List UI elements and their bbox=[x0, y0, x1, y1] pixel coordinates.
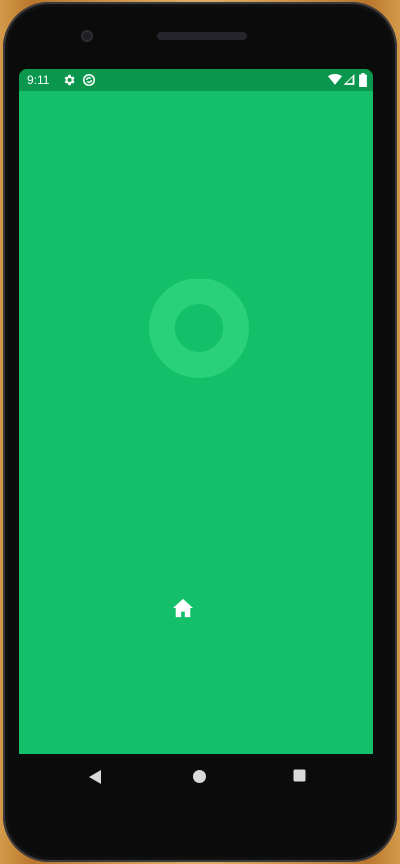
front-camera bbox=[81, 30, 93, 42]
wifi-icon bbox=[328, 73, 342, 89]
sync-circle-icon bbox=[82, 73, 96, 90]
back-icon[interactable] bbox=[88, 769, 102, 785]
home-icon[interactable] bbox=[172, 598, 194, 618]
battery-icon bbox=[359, 73, 367, 90]
signal-icon bbox=[343, 73, 355, 89]
home-circle-icon[interactable] bbox=[192, 769, 207, 784]
recents-square-icon[interactable] bbox=[293, 769, 306, 782]
status-bar: 9:11 bbox=[19, 69, 373, 91]
app-screen: 9:11 bbox=[19, 69, 373, 754]
status-time: 9:11 bbox=[27, 73, 50, 87]
ring-spinner-icon bbox=[149, 279, 249, 378]
settings-icon bbox=[62, 73, 76, 90]
navigation-bar bbox=[19, 754, 373, 800]
earpiece-speaker bbox=[157, 32, 247, 40]
